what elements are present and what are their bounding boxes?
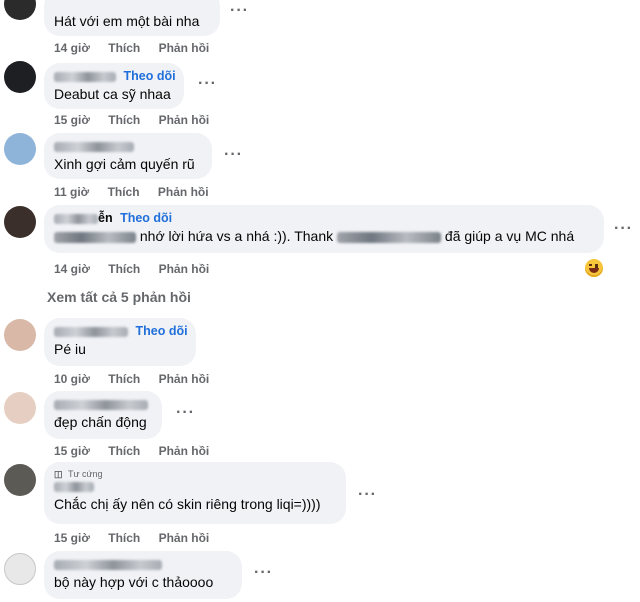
comment-text: Pé iu (54, 341, 86, 357)
comment-bubble: Theo dõi Pé iu (44, 318, 196, 366)
reply-link[interactable]: Phản hồi (158, 185, 209, 199)
comment-meta: 15 giờ Thích Phản hồi (54, 113, 224, 127)
comment-bubble: Xinh gợi cảm quyến rũ (44, 133, 212, 179)
commenter-name[interactable]: ễn Theo dõi (54, 211, 592, 227)
timestamp[interactable]: 15 giờ (54, 113, 90, 127)
reply-link[interactable]: Phản hồi (159, 444, 210, 458)
timestamp[interactable]: 14 giờ (54, 262, 90, 276)
comment-text: Deabut ca sỹ nhaa (54, 86, 171, 102)
avatar[interactable] (4, 61, 36, 93)
comment-text: đẹp chấn động (54, 414, 147, 430)
commenter-name[interactable] (54, 397, 150, 413)
commenter-name[interactable] (54, 139, 200, 155)
commenter-name[interactable]: Theo dõi (54, 324, 188, 340)
avatar[interactable] (4, 206, 36, 238)
comment-meta: 15 giờ Thích Phản hồi (54, 444, 224, 458)
timestamp[interactable]: 15 giờ (54, 531, 90, 545)
comment-text-part: nhớ lời hứa vs a nhá :)). Thank (139, 228, 334, 244)
comment-text: nhớ lời hứa vs a nhá :)). Thank đã giúp … (54, 227, 592, 246)
avatar[interactable] (4, 553, 36, 585)
like-link[interactable]: Thích (108, 113, 140, 127)
timestamp[interactable]: 11 giờ (54, 185, 89, 199)
more-options-icon[interactable]: ··· (254, 564, 273, 582)
comment-text-part: đã giúp a vụ MC nhá (444, 228, 575, 244)
like-link[interactable]: Thích (108, 444, 140, 458)
like-link[interactable]: Thích (108, 372, 140, 386)
avatar[interactable] (4, 319, 36, 351)
reply-link[interactable]: Phản hồi (159, 113, 210, 127)
comment-text: bộ này hợp với c thảoooo (54, 574, 214, 590)
view-all-replies-link[interactable]: Xem tất cả 5 phản hồi (47, 289, 191, 305)
timestamp[interactable]: 15 giờ (54, 444, 90, 458)
avatar[interactable] (4, 133, 36, 165)
timestamp[interactable]: 10 giờ (54, 372, 90, 386)
comment-meta: 10 giờ Thích Phản hồi (54, 372, 224, 386)
commenter-name[interactable] (54, 479, 334, 495)
comment-text: Chắc chị ấy nên có skin riêng trong liqi… (54, 496, 321, 512)
comment-text: Xinh gợi cảm quyến rũ (54, 156, 195, 172)
blurred-name (54, 326, 128, 337)
blurred-name (54, 141, 134, 152)
blurred-mention (54, 231, 136, 243)
people-icon: ◫ (54, 469, 63, 479)
avatar[interactable] (4, 392, 36, 424)
comment-bubble: đẹp chấn động (44, 391, 162, 439)
like-link[interactable]: Thích (108, 262, 140, 276)
blurred-name (54, 559, 162, 570)
blurred-mention (337, 231, 442, 243)
comment-bubble: Theo dõi Deabut ca sỹ nhaa (44, 63, 184, 109)
reply-link[interactable]: Phản hồi (159, 531, 210, 545)
commenter-name[interactable]: Theo dõi (54, 69, 176, 85)
comment-meta: 14 giờ Thích Phản hồi (54, 41, 224, 55)
timestamp[interactable]: 14 giờ (54, 41, 90, 55)
blurred-name (54, 71, 116, 82)
blurred-name (54, 399, 148, 410)
more-options-icon[interactable]: ··· (614, 220, 633, 238)
more-options-icon[interactable]: ··· (176, 404, 195, 422)
blurred-name (54, 213, 98, 224)
commenter-name[interactable] (54, 557, 230, 573)
comment-text: Hát với em một bài nha (54, 13, 200, 29)
reply-link[interactable]: Phản hồi (159, 41, 210, 55)
like-link[interactable]: Thích (108, 41, 140, 55)
grinning-face-emoji-icon[interactable] (585, 259, 603, 277)
comment-meta: 11 giờ Thích Phản hồi (54, 185, 224, 199)
comment-meta: 14 giờ Thích Phản hồi (54, 262, 224, 276)
reply-link[interactable]: Phản hồi (159, 372, 210, 386)
blurred-name (54, 481, 94, 492)
follow-link[interactable]: Theo dõi (123, 69, 175, 83)
more-options-icon[interactable]: ··· (230, 2, 249, 20)
commenter-badge-row: ◫ Tư cứng (54, 467, 334, 479)
name-suffix: ễn (98, 211, 113, 225)
more-options-icon[interactable]: ··· (358, 486, 377, 504)
follow-link[interactable]: Theo dõi (135, 324, 187, 338)
comment-bubble: bộ này hợp với c thảoooo (44, 551, 242, 599)
fan-badge: Tư cứng (68, 469, 103, 479)
avatar[interactable] (4, 0, 36, 20)
follow-link[interactable]: Theo dõi (120, 211, 172, 225)
reply-link[interactable]: Phản hồi (159, 262, 210, 276)
comment-bubble: Hát với em một bài nha (44, 0, 220, 36)
comment-bubble: ễn Theo dõi nhớ lời hứa vs a nhá :)). Th… (44, 205, 604, 253)
avatar[interactable] (4, 464, 36, 496)
more-options-icon[interactable]: ··· (224, 146, 243, 164)
more-options-icon[interactable]: ··· (198, 75, 217, 93)
comment-meta: 15 giờ Thích Phản hồi (54, 531, 224, 545)
comment-bubble: ◫ Tư cứng Chắc chị ấy nên có skin riêng … (44, 462, 346, 524)
like-link[interactable]: Thích (108, 531, 140, 545)
like-link[interactable]: Thích (108, 185, 140, 199)
